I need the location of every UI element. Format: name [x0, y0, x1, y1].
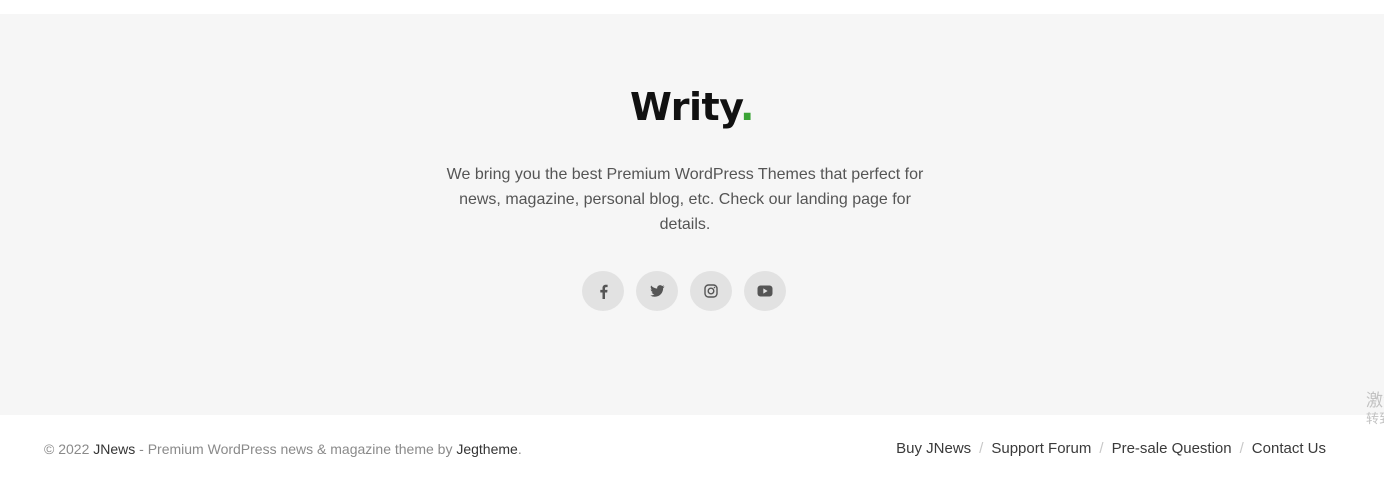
twitter-icon: [649, 285, 664, 297]
facebook-button[interactable]: [582, 271, 624, 311]
nav-separator: /: [1099, 440, 1104, 457]
jegtheme-link[interactable]: Jegtheme: [456, 441, 517, 457]
youtube-icon: [757, 285, 773, 297]
copyright-text: © 2022 JNews - Premium WordPress news & …: [44, 441, 522, 457]
activation-watermark: 激活 转到: [1366, 390, 1384, 428]
nav-separator: /: [1239, 440, 1244, 457]
watermark-line-2: 转到: [1366, 412, 1384, 427]
nav-buy-jnews[interactable]: Buy JNews: [896, 440, 971, 457]
top-strip: [0, 0, 1384, 14]
copyright-middle: - Premium WordPress news & magazine them…: [135, 441, 457, 457]
instagram-button[interactable]: [690, 271, 732, 311]
watermark-line-1: 激活: [1366, 391, 1384, 411]
logo-text: Writy: [630, 85, 741, 129]
nav-support-forum[interactable]: Support Forum: [991, 440, 1091, 457]
nav-separator: /: [979, 440, 984, 457]
copyright-prefix: © 2022: [44, 441, 94, 457]
instagram-icon: [704, 284, 718, 298]
footer-logo[interactable]: Writy.: [0, 84, 1384, 130]
youtube-button[interactable]: [744, 271, 786, 311]
logo-dot: .: [740, 85, 754, 129]
footer-nav: Buy JNews / Support Forum / Pre-sale Que…: [896, 440, 1326, 457]
copyright-suffix: .: [517, 441, 522, 457]
nav-pre-sale-question[interactable]: Pre-sale Question: [1112, 440, 1232, 457]
footer-bottom-bar: © 2022 JNews - Premium WordPress news & …: [0, 415, 1384, 484]
facebook-icon: [599, 284, 608, 299]
footer-about-text: We bring you the best Premium WordPress …: [446, 166, 924, 233]
twitter-button[interactable]: [636, 271, 678, 311]
social-links: [582, 271, 786, 313]
jnews-link[interactable]: JNews: [93, 441, 135, 457]
nav-contact-us[interactable]: Contact Us: [1252, 440, 1326, 457]
